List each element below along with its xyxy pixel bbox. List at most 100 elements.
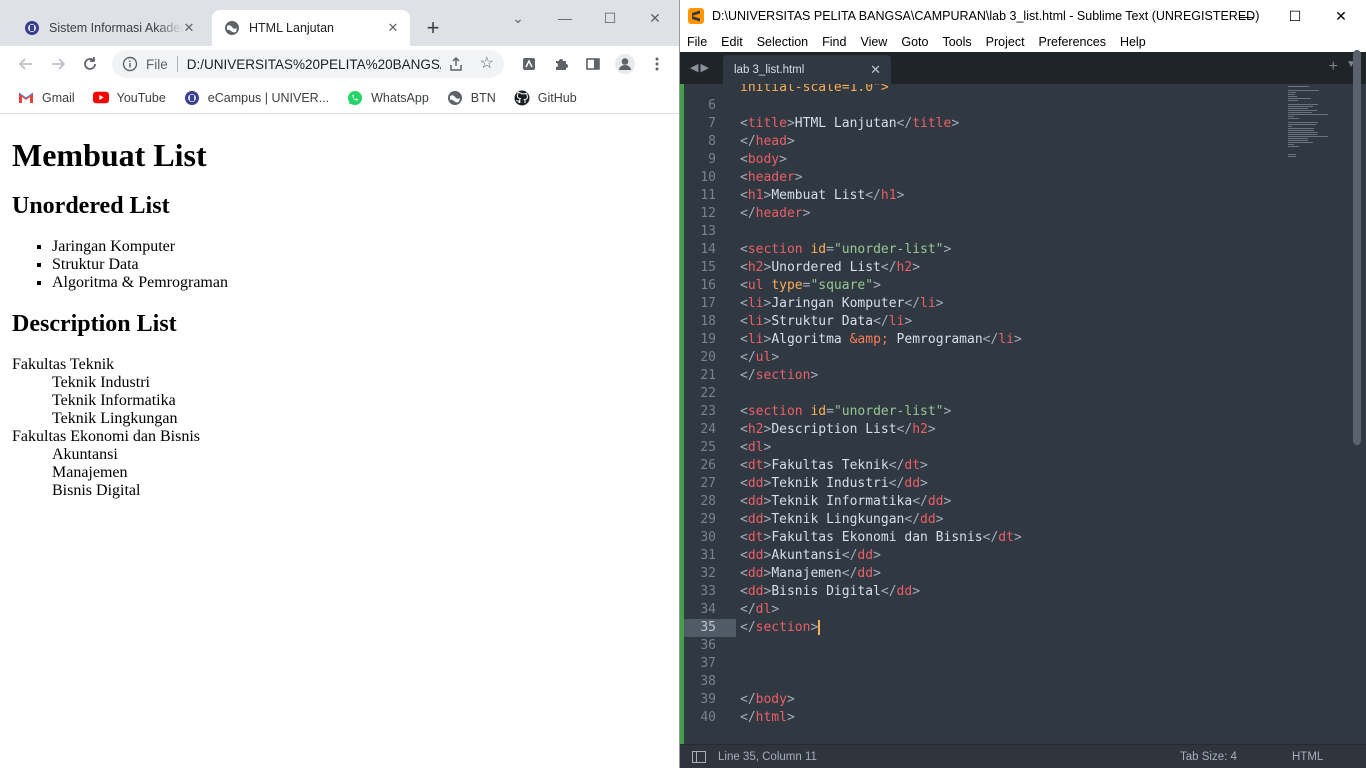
menu-tools[interactable]: Tools: [942, 35, 971, 49]
chevron-down-icon[interactable]: ⌄: [498, 8, 538, 28]
code-token: li: [747, 296, 764, 311]
menu-preferences[interactable]: Preferences: [1039, 35, 1106, 49]
code-token: dd: [747, 512, 764, 527]
close-icon[interactable]: ✕: [870, 62, 881, 78]
code-editor[interactable]: initial-scale=1.0"> 6 7 <title>HTML Lanjuta…: [680, 84, 1366, 744]
side-panel-icon[interactable]: [581, 52, 605, 76]
code-line[interactable]: </dl>: [740, 601, 779, 619]
back-arrow-icon[interactable]: [14, 52, 38, 76]
bookmark-youtube[interactable]: YouTube: [92, 90, 166, 106]
share-icon[interactable]: [448, 56, 464, 75]
editor-tab[interactable]: lab 3_list.html ✕: [723, 55, 891, 84]
code-line[interactable]: <dd>Manajemen</dd>: [740, 565, 881, 583]
bookmark-btn[interactable]: BTN: [447, 90, 496, 106]
code-token: <: [740, 512, 748, 527]
code-line[interactable]: </ul>: [740, 349, 779, 367]
code-line[interactable]: <dd>Teknik Informatika</dd>: [740, 493, 951, 511]
code-line[interactable]: <dd>Teknik Lingkungan</dd>: [740, 511, 944, 529]
bookmark-ecampus[interactable]: eCampus | UNIVER...: [184, 90, 329, 106]
code-line[interactable]: <li>Struktur Data</li>: [740, 313, 912, 331]
code-line[interactable]: <title>HTML Lanjutan</title>: [740, 115, 959, 133]
code-line[interactable]: <dd>Akuntansi</dd>: [740, 547, 881, 565]
code-line[interactable]: <dt>Fakultas Ekonomi dan Bisnis</dt>: [740, 529, 1022, 547]
info-icon[interactable]: [122, 56, 138, 72]
menu-goto[interactable]: Goto: [901, 35, 928, 49]
code-line[interactable]: <dt>Fakultas Teknik</dt>: [740, 457, 928, 475]
code-line[interactable]: <section id="unorder-list">: [740, 241, 951, 259]
code-line[interactable]: <dl>: [740, 439, 771, 457]
code-line[interactable]: <h2>Unordered List</h2>: [740, 259, 920, 277]
close-icon[interactable]: ✕: [182, 21, 196, 35]
code-token: h2: [747, 260, 764, 275]
bookmark-github[interactable]: GitHub: [514, 90, 577, 106]
code-line[interactable]: <body>: [740, 151, 787, 169]
menu-file[interactable]: File: [687, 35, 707, 49]
tab-nav-arrows-icon[interactable]: ◀▶: [690, 61, 711, 74]
minimap-line: [1288, 100, 1298, 101]
menu-view[interactable]: View: [860, 35, 887, 49]
tab-size[interactable]: Tab Size: 4: [1180, 751, 1237, 763]
menu-find[interactable]: Find: [822, 35, 846, 49]
code-line[interactable]: </section>: [740, 619, 821, 637]
code-line[interactable]: </body>: [740, 691, 795, 709]
puzzle-icon[interactable]: [549, 52, 573, 76]
maximize-icon[interactable]: ☐: [1275, 6, 1315, 26]
code-line[interactable]: <ul type="square">: [740, 277, 881, 295]
line-number: 10: [700, 170, 716, 185]
address-url[interactable]: D:/UNIVERSITAS%20PELITA%20BANGSA/CAMPURA…: [187, 57, 441, 72]
minimize-icon[interactable]: —: [1226, 6, 1266, 26]
code-line[interactable]: </header>: [740, 205, 810, 223]
tab-html-lanjutan[interactable]: HTML Lanjutan ✕: [212, 10, 410, 46]
line-number: 19: [700, 332, 716, 347]
editor-scrollbar[interactable]: [1353, 50, 1361, 445]
minimize-icon[interactable]: —: [545, 8, 585, 28]
code-token: <: [740, 152, 748, 167]
minimap[interactable]: [1286, 84, 1346, 184]
menu-project[interactable]: Project: [986, 35, 1025, 49]
bookmark-label: eCampus | UNIVER...: [207, 90, 330, 105]
code-token: li: [920, 296, 936, 311]
new-tab-plus-icon[interactable]: +: [422, 17, 444, 39]
close-icon[interactable]: ✕: [386, 21, 400, 35]
code-line[interactable]: </section>: [740, 367, 818, 385]
code-token: >: [927, 422, 936, 437]
menu-help[interactable]: Help: [1120, 35, 1146, 49]
line-number: 21: [700, 368, 716, 383]
minimap-line: [1288, 106, 1314, 107]
code-token: <: [740, 116, 748, 131]
code-line[interactable]: <h1>Membuat List</h1>: [740, 187, 904, 205]
code-line[interactable]: <header>: [740, 169, 803, 187]
close-window-icon[interactable]: ✕: [1321, 6, 1361, 26]
more-menu-icon[interactable]: [645, 52, 669, 76]
close-window-icon[interactable]: ✕: [635, 8, 675, 28]
extension-icon[interactable]: [517, 52, 541, 76]
code-line[interactable]: <section id="unorder-list">: [740, 403, 951, 421]
code-token: title: [747, 116, 787, 131]
menu-selection[interactable]: Selection: [757, 35, 808, 49]
line-number: 7: [708, 116, 716, 131]
code-line[interactable]: </html>: [740, 709, 795, 727]
code-line[interactable]: </head>: [740, 133, 795, 151]
new-file-plus-icon[interactable]: +: [1329, 58, 1338, 76]
code-line[interactable]: <h2>Description List</h2>: [740, 421, 936, 439]
profile-avatar-icon[interactable]: [613, 52, 637, 76]
minimap-line: [1288, 144, 1294, 145]
forward-arrow-icon[interactable]: [46, 52, 70, 76]
sidebar-toggle-icon[interactable]: [692, 750, 706, 763]
address-bar[interactable]: File D:/UNIVERSITAS%20PELITA%20BANGSA/CA…: [112, 50, 504, 78]
menu-edit[interactable]: Edit: [721, 35, 743, 49]
bookmark-star-icon[interactable]: ☆: [480, 55, 494, 73]
syntax-mode[interactable]: HTML: [1292, 751, 1323, 763]
tab-sistem-informasi[interactable]: Sistem Informasi Akademik ✕: [8, 10, 206, 46]
code-line[interactable]: <dd>Bisnis Digital</dd>: [740, 583, 920, 601]
bookmark-whatsapp[interactable]: WhatsApp: [347, 90, 429, 106]
code-token: type: [771, 278, 803, 293]
code-token: </: [982, 332, 999, 347]
code-line[interactable]: <li>Jaringan Komputer</li>: [740, 295, 944, 313]
reload-icon[interactable]: [78, 52, 102, 76]
code-line[interactable]: <dd>Teknik Industri</dd>: [740, 475, 928, 493]
code-line[interactable]: initial-scale=1.0">: [740, 84, 889, 97]
code-line[interactable]: <li>Algoritma &amp; Pemrograman</li>: [740, 331, 1022, 349]
bookmark-gmail[interactable]: Gmail: [18, 90, 75, 106]
maximize-icon[interactable]: ☐: [590, 8, 630, 28]
